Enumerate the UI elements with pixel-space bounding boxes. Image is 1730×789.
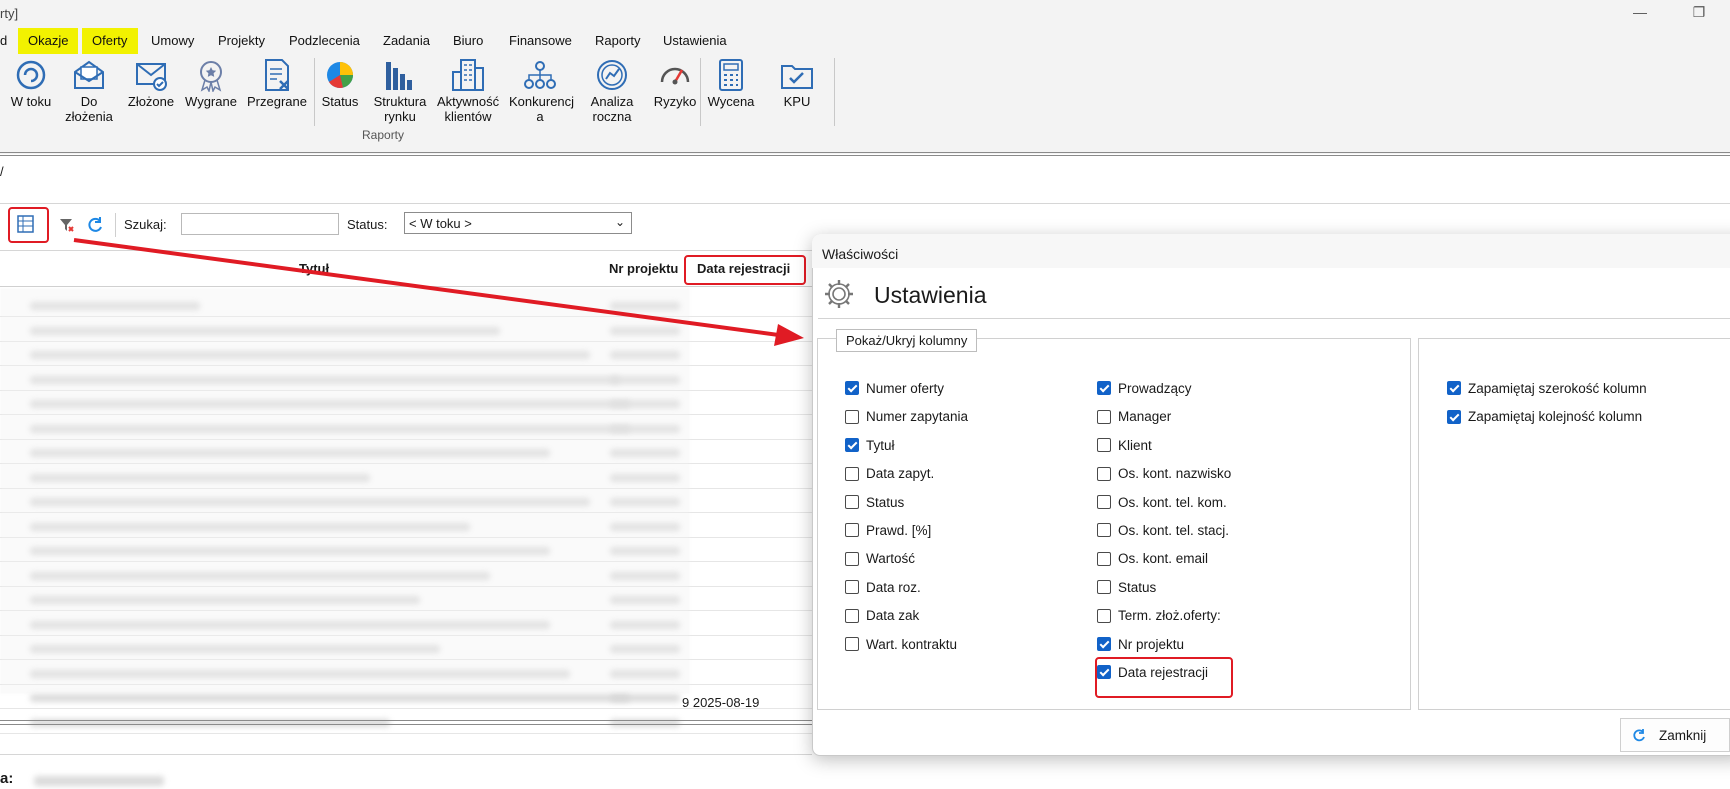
checkbox-data-zapyt[interactable]: Data zapyt. (845, 466, 934, 486)
checkbox-label: Numer zapytania (866, 409, 969, 425)
checkbox-label: Zapamiętaj szerokość kolumn (1468, 381, 1647, 396)
checkbox-label: Status (866, 494, 905, 510)
checkbox-unchecked-icon[interactable] (1097, 495, 1111, 510)
checkbox-zapamiętaj-szerokość-kolumn[interactable]: Zapamiętaj szerokość kolumn (1447, 381, 1647, 401)
checkbox-checked-icon[interactable] (845, 381, 859, 396)
checkbox-label: Data roz. (866, 579, 921, 595)
checkbox-tytuł[interactable]: Tytuł (845, 438, 895, 458)
checkbox-checked-icon[interactable] (1097, 637, 1111, 652)
checkbox-unchecked-icon[interactable] (845, 495, 859, 510)
checkbox-os-kont-tel-kom[interactable]: Os. kont. tel. kom. (1097, 495, 1227, 515)
checkbox-prawd[interactable]: Prawd. [%] (845, 523, 931, 543)
checkbox-numer-zapytania[interactable]: Numer zapytania (845, 409, 968, 429)
checkbox-unchecked-icon[interactable] (1097, 409, 1111, 424)
checkbox-label: Status (1118, 579, 1157, 595)
checkbox-label: Os. kont. tel. stacj. (1118, 523, 1230, 538)
checkbox-label: Os. kont. email (1118, 551, 1209, 567)
checkbox-unchecked-icon[interactable] (845, 523, 859, 538)
checkbox-label: Prowadzący (1118, 381, 1192, 396)
checkbox-klient[interactable]: Klient (1097, 438, 1152, 458)
refresh-icon (1633, 729, 1645, 742)
checkbox-label: Data zapyt. (866, 466, 935, 482)
checkbox-label: Nr projektu (1118, 636, 1185, 652)
checkbox-label: Wartość (866, 551, 916, 567)
columns-group-label: Pokaż/Ukryj kolumny (836, 329, 978, 352)
checkbox-unchecked-icon[interactable] (1097, 438, 1111, 453)
checkbox-checked-icon[interactable] (1097, 381, 1111, 396)
dialog-heading: Ustawienia (874, 282, 987, 308)
checkbox-status[interactable]: Status (1097, 580, 1156, 600)
checkbox-unchecked-icon[interactable] (1097, 551, 1111, 566)
checkbox-unchecked-icon[interactable] (845, 409, 859, 424)
checkbox-checked-icon[interactable] (1447, 381, 1461, 396)
checkbox-data-roz[interactable]: Data roz. (845, 580, 921, 600)
checkbox-unchecked-icon[interactable] (1097, 580, 1111, 595)
checkbox-unchecked-icon[interactable] (845, 637, 859, 652)
checkbox-unchecked-icon[interactable] (845, 608, 859, 623)
checkbox-unchecked-icon[interactable] (1097, 523, 1111, 538)
checkbox-numer-oferty[interactable]: Numer oferty (845, 381, 944, 401)
close-button-label: Zamknij (1659, 728, 1707, 743)
checkbox-label: Data zak (866, 608, 920, 624)
dialog-title: Właściwości (822, 246, 899, 262)
checkbox-unchecked-icon[interactable] (845, 551, 859, 566)
checkbox-status[interactable]: Status (845, 495, 904, 515)
checkbox-checked-icon[interactable] (1447, 409, 1461, 424)
checkbox-unchecked-icon[interactable] (845, 580, 859, 595)
checkbox-checked-icon[interactable] (845, 438, 859, 453)
checkbox-wart-kontraktu[interactable]: Wart. kontraktu (845, 637, 957, 657)
checkbox-unchecked-icon[interactable] (1097, 466, 1111, 481)
checkbox-label: Klient (1118, 437, 1152, 453)
checkbox-data-zak[interactable]: Data zak (845, 608, 919, 628)
checkbox-nr-projektu[interactable]: Nr projektu (1097, 637, 1184, 657)
dialog-title-bar (812, 234, 1730, 268)
checkbox-manager[interactable]: Manager (1097, 409, 1171, 429)
checkbox-label: Wart. kontraktu (866, 636, 958, 652)
checkbox-unchecked-icon[interactable] (845, 466, 859, 481)
checkbox-label: Manager (1118, 409, 1172, 425)
checkbox-os-kont-email[interactable]: Os. kont. email (1097, 551, 1208, 571)
dialog-divider (818, 318, 1730, 319)
checkbox-label: Os. kont. tel. kom. (1118, 494, 1227, 510)
checkbox-label: Prawd. [%] (866, 523, 932, 538)
checkbox-term-złoż-oferty[interactable]: Term. złoż.oferty: (1097, 608, 1221, 628)
close-button[interactable]: Zamknij (1620, 718, 1730, 752)
checkbox-label: Numer oferty (866, 381, 945, 396)
gear-icon (822, 277, 856, 314)
checkbox-unchecked-icon[interactable] (1097, 608, 1111, 623)
checkbox-os-kont-nazwisko[interactable]: Os. kont. nazwisko (1097, 466, 1231, 486)
checkbox-label: Os. kont. nazwisko (1118, 466, 1232, 482)
checkbox-zapamiętaj-kolejność-kolumn[interactable]: Zapamiętaj kolejność kolumn (1447, 409, 1642, 429)
checkbox-label: Term. złoż.oferty: (1118, 608, 1221, 624)
checkbox-label: Zapamiętaj kolejność kolumn (1468, 409, 1643, 425)
annotation-box (1095, 657, 1233, 698)
checkbox-label: Tytuł (866, 437, 895, 453)
checkbox-wartość[interactable]: Wartość (845, 551, 915, 571)
checkbox-os-kont-tel-stacj[interactable]: Os. kont. tel. stacj. (1097, 523, 1229, 543)
checkbox-prowadzący[interactable]: Prowadzący (1097, 381, 1192, 401)
